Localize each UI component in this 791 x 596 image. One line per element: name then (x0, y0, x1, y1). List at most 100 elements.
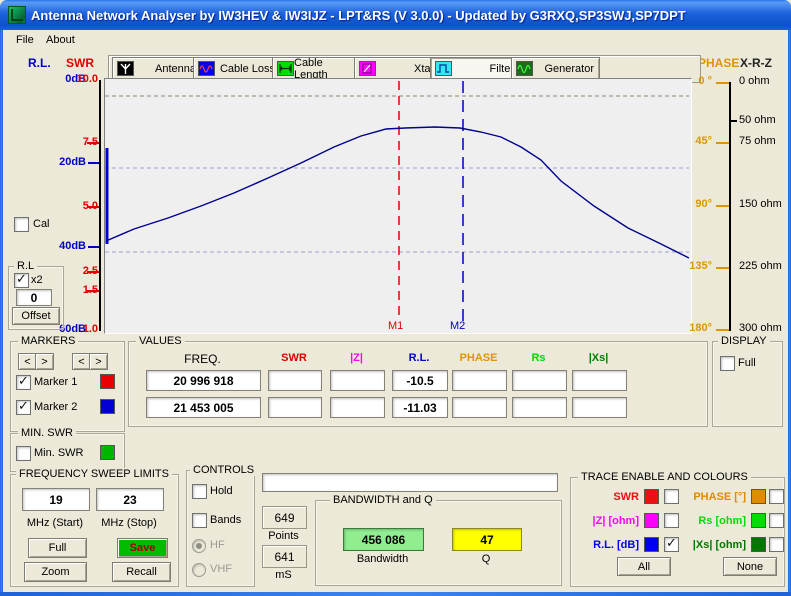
phase-tick-label: 180° (689, 322, 712, 334)
filter-button[interactable]: Filter (430, 57, 520, 80)
trace-rs-checkbox[interactable] (769, 513, 784, 528)
swr-tick-label: 7.5 (82, 136, 98, 148)
m2-freq-field[interactable]: 21 453 005 (146, 397, 261, 418)
antenna-button[interactable]: Antenna (112, 57, 202, 80)
cal-checkbox[interactable] (14, 217, 29, 232)
trace-xs-label: |Xs| [ohm] (692, 539, 746, 551)
title-bar[interactable]: Antenna Network Analyser by IW3HEV & IW3… (0, 0, 791, 30)
marker2-color-swatch (100, 399, 115, 414)
ohm-tick-label: 300 ohm (739, 322, 782, 334)
display-group-title: DISPLAY (718, 335, 770, 347)
trace-rs-swatch (751, 513, 766, 528)
trace-xs-checkbox[interactable] (769, 537, 784, 552)
marker2-checkbox[interactable] (16, 398, 31, 415)
m1-rs-field[interactable] (512, 370, 567, 391)
m1-phase-field[interactable] (452, 370, 507, 391)
points-value-box: 649 (262, 506, 307, 529)
zoom-button[interactable]: Zoom (24, 562, 87, 582)
vhf-radio[interactable] (192, 563, 206, 577)
marker2-next-button[interactable]: > (89, 353, 108, 370)
m2-phase-field[interactable] (452, 397, 507, 418)
hold-checkbox[interactable] (192, 484, 207, 499)
filter-icon (435, 61, 452, 76)
controls-group-title: CONTROLS (190, 464, 258, 476)
display-group (712, 341, 783, 427)
xtal-icon (359, 61, 376, 76)
values-header-phase: PHASE (459, 352, 498, 364)
x2-checkbox[interactable] (14, 271, 29, 288)
status-message-input[interactable] (262, 473, 558, 492)
marker2-label: Marker 2 (34, 401, 78, 413)
m2-rs-field[interactable] (512, 397, 567, 418)
m1-xs-field[interactable] (572, 370, 627, 391)
menu-file[interactable]: File (11, 32, 39, 48)
xtal-button[interactable]: Xtal (354, 57, 439, 80)
hf-radio[interactable] (192, 539, 206, 553)
trace-z-swatch (644, 513, 659, 528)
marker1-checkbox[interactable] (16, 373, 31, 390)
window-border-left (0, 30, 3, 596)
values-group-title: VALUES (136, 335, 185, 347)
cable-loss-button[interactable]: Cable Loss (193, 57, 281, 80)
recall-button[interactable]: Recall (112, 562, 171, 582)
offset-button[interactable]: Offset (12, 307, 60, 325)
ohm-tick-label: 150 ohm (739, 198, 782, 210)
trace-none-button[interactable]: None (723, 557, 777, 576)
menu-bar: File About (3, 30, 788, 50)
rl-tick-label: 40dB (59, 240, 86, 252)
sweep-time-label: mS (275, 569, 292, 581)
rl-trace (105, 126, 690, 259)
trace-phase-swatch (751, 489, 766, 504)
m1-rl-field[interactable]: -10.5 (392, 370, 448, 391)
bandwidth-group-title: BANDWIDTH and Q (330, 494, 436, 506)
points-label: Points (268, 530, 299, 542)
save-button[interactable]: Save (117, 538, 168, 558)
menu-about[interactable]: About (41, 32, 80, 48)
trace-z-checkbox[interactable] (664, 513, 679, 528)
trace-all-button[interactable]: All (617, 557, 671, 576)
cable-length-icon (277, 61, 294, 76)
trace-group-title: TRACE ENABLE AND COLOURS (578, 471, 751, 483)
min-swr-checkbox[interactable] (16, 446, 31, 461)
cable-loss-icon (198, 61, 215, 76)
full-sweep-button[interactable]: Full (28, 538, 87, 558)
swr-tick-label: 10.0 (76, 73, 98, 85)
ohm-tick-label: 75 ohm (739, 135, 776, 147)
m1-swr-field[interactable] (268, 370, 322, 391)
vhf-label: VHF (210, 563, 232, 575)
antenna-icon (117, 61, 134, 76)
marker1-color-swatch (100, 374, 115, 389)
m2-rl-field[interactable]: -11.03 (392, 397, 448, 418)
m1-z-field[interactable] (330, 370, 385, 391)
trace-phase-label: PHASE [°] (693, 491, 746, 503)
start-freq-field[interactable]: 19 (22, 488, 90, 511)
trace-rl-checkbox[interactable] (664, 535, 679, 552)
offset-value-field[interactable]: 0 (16, 289, 52, 306)
phase-tick-label: 45° (695, 135, 712, 147)
app-icon (8, 6, 26, 24)
m1-freq-field[interactable]: 20 996 918 (146, 370, 261, 391)
trace-swr-checkbox[interactable] (664, 489, 679, 504)
bandwidth-value-box: 456 086 (343, 528, 424, 551)
trace-phase-checkbox[interactable] (769, 489, 784, 504)
trace-swr-swatch (644, 489, 659, 504)
cal-label: Cal (33, 218, 50, 230)
display-full-checkbox[interactable] (720, 356, 735, 371)
m2-xs-field[interactable] (572, 397, 627, 418)
bands-checkbox[interactable] (192, 513, 207, 528)
sweep-chart[interactable]: M1 M2 (104, 78, 692, 334)
generator-button[interactable]: Generator (511, 57, 600, 80)
phase-axis-title: PHASE (698, 56, 740, 70)
m2-swr-field[interactable] (268, 397, 322, 418)
stop-freq-field[interactable]: 23 (96, 488, 164, 511)
bands-label: Bands (210, 514, 242, 526)
q-value-box: 47 (452, 528, 522, 551)
m2-z-field[interactable] (330, 397, 385, 418)
marker1-label: M1 (388, 320, 403, 331)
window-border-bottom (0, 592, 791, 596)
trace-rl-swatch (644, 537, 659, 552)
trace-z-label: |Z| [ohm] (592, 515, 639, 527)
marker1-next-button[interactable]: > (35, 353, 54, 370)
cable-length-button[interactable]: Cable Length (272, 57, 363, 81)
stop-freq-label: MHz (Stop) (101, 517, 157, 529)
